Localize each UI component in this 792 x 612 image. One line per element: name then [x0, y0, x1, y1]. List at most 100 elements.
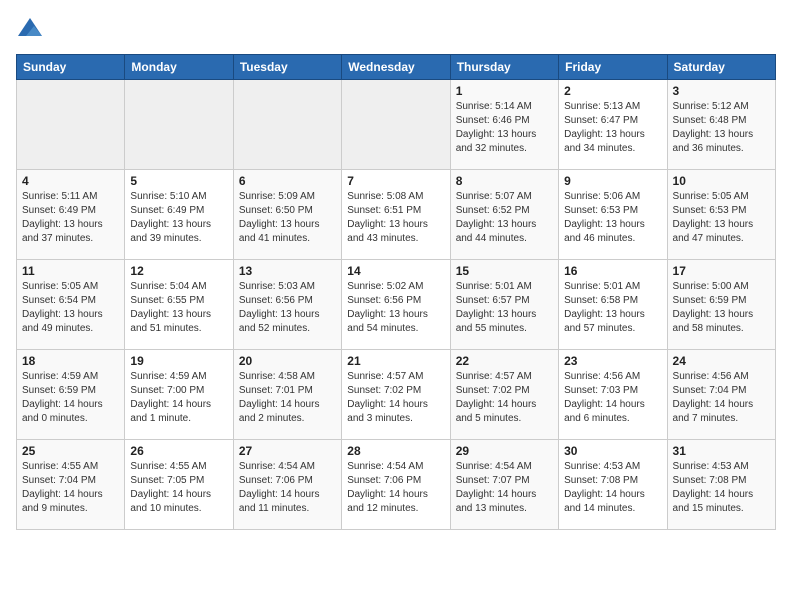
- day-number: 21: [347, 354, 444, 368]
- day-info: Sunrise: 4:55 AMSunset: 7:04 PMDaylight:…: [22, 460, 119, 516]
- day-info: Sunrise: 5:14 AMSunset: 6:46 PMDaylight:…: [456, 100, 553, 156]
- day-info: Sunrise: 4:57 AMSunset: 7:02 PMDaylight:…: [347, 370, 444, 426]
- day-number: 3: [673, 84, 770, 98]
- day-info: Sunrise: 5:02 AMSunset: 6:56 PMDaylight:…: [347, 280, 444, 336]
- day-info: Sunrise: 4:59 AMSunset: 7:00 PMDaylight:…: [130, 370, 227, 426]
- day-info: Sunrise: 5:12 AMSunset: 6:48 PMDaylight:…: [673, 100, 770, 156]
- col-header-thursday: Thursday: [450, 55, 558, 80]
- day-info: Sunrise: 4:58 AMSunset: 7:01 PMDaylight:…: [239, 370, 336, 426]
- calendar-cell: 27 Sunrise: 4:54 AMSunset: 7:06 PMDayligh…: [233, 440, 341, 530]
- calendar-cell: 4Sunrise: 5:11 AMSunset: 6:49 PMDaylight…: [17, 170, 125, 260]
- day-number: 24: [673, 354, 770, 368]
- calendar-cell: 3 Sunrise: 5:12 AMSunset: 6:48 PMDaylight…: [667, 80, 775, 170]
- day-info: Sunrise: 4:53 AMSunset: 7:08 PMDaylight:…: [673, 460, 770, 516]
- col-header-tuesday: Tuesday: [233, 55, 341, 80]
- calendar-cell: 11 Sunrise: 5:05 AMSunset: 6:54 PMDayligh…: [17, 260, 125, 350]
- logo-icon: [16, 16, 44, 44]
- calendar-cell: 18 Sunrise: 4:59 AMSunset: 6:59 PMDayligh…: [17, 350, 125, 440]
- calendar-cell: 25 Sunrise: 4:55 AMSunset: 7:04 PMDayligh…: [17, 440, 125, 530]
- day-number: 28: [347, 444, 444, 458]
- day-info: Sunrise: 4:54 AMSunset: 7:07 PMDaylight:…: [456, 460, 553, 516]
- logo: [16, 16, 48, 44]
- day-number: 8: [456, 174, 553, 188]
- day-info: Sunrise: 5:06 AMSunset: 6:53 PMDaylight:…: [564, 190, 661, 246]
- calendar-cell: 8 Sunrise: 5:07 AMSunset: 6:52 PMDaylight…: [450, 170, 558, 260]
- day-info: Sunrise: 5:05 AMSunset: 6:54 PMDaylight:…: [22, 280, 119, 336]
- calendar-cell: [17, 80, 125, 170]
- day-number: 23: [564, 354, 661, 368]
- calendar-cell: 24 Sunrise: 4:56 AMSunset: 7:04 PMDayligh…: [667, 350, 775, 440]
- calendar-cell: 7 Sunrise: 5:08 AMSunset: 6:51 PMDaylight…: [342, 170, 450, 260]
- day-number: 7: [347, 174, 444, 188]
- day-info: Sunrise: 4:53 AMSunset: 7:08 PMDaylight:…: [564, 460, 661, 516]
- calendar-cell: 19 Sunrise: 4:59 AMSunset: 7:00 PMDayligh…: [125, 350, 233, 440]
- col-header-saturday: Saturday: [667, 55, 775, 80]
- calendar-cell: [233, 80, 341, 170]
- day-number: 15: [456, 264, 553, 278]
- day-number: 29: [456, 444, 553, 458]
- day-number: 5: [130, 174, 227, 188]
- day-info: Sunrise: 4:56 AMSunset: 7:03 PMDaylight:…: [564, 370, 661, 426]
- calendar-cell: 17 Sunrise: 5:00 AMSunset: 6:59 PMDayligh…: [667, 260, 775, 350]
- day-info: Sunrise: 5:07 AMSunset: 6:52 PMDaylight:…: [456, 190, 553, 246]
- day-number: 1: [456, 84, 553, 98]
- day-info: Sunrise: 5:01 AMSunset: 6:57 PMDaylight:…: [456, 280, 553, 336]
- calendar-cell: [125, 80, 233, 170]
- day-number: 12: [130, 264, 227, 278]
- day-number: 6: [239, 174, 336, 188]
- calendar-cell: 9 Sunrise: 5:06 AMSunset: 6:53 PMDaylight…: [559, 170, 667, 260]
- calendar-cell: 26Sunrise: 4:55 AMSunset: 7:05 PMDayligh…: [125, 440, 233, 530]
- day-info: Sunrise: 5:08 AMSunset: 6:51 PMDaylight:…: [347, 190, 444, 246]
- calendar-cell: 1 Sunrise: 5:14 AMSunset: 6:46 PMDaylight…: [450, 80, 558, 170]
- day-info: Sunrise: 4:59 AMSunset: 6:59 PMDaylight:…: [22, 370, 119, 426]
- calendar-cell: 13Sunrise: 5:03 AMSunset: 6:56 PMDayligh…: [233, 260, 341, 350]
- calendar-table: SundayMondayTuesdayWednesdayThursdayFrid…: [16, 54, 776, 530]
- day-number: 13: [239, 264, 336, 278]
- day-number: 27: [239, 444, 336, 458]
- day-info: Sunrise: 5:01 AMSunset: 6:58 PMDaylight:…: [564, 280, 661, 336]
- day-number: 31: [673, 444, 770, 458]
- calendar-cell: 31 Sunrise: 4:53 AMSunset: 7:08 PMDayligh…: [667, 440, 775, 530]
- calendar-cell: 23 Sunrise: 4:56 AMSunset: 7:03 PMDayligh…: [559, 350, 667, 440]
- day-info: Sunrise: 4:56 AMSunset: 7:04 PMDaylight:…: [673, 370, 770, 426]
- calendar-cell: 21 Sunrise: 4:57 AMSunset: 7:02 PMDayligh…: [342, 350, 450, 440]
- day-info: Sunrise: 5:05 AMSunset: 6:53 PMDaylight:…: [673, 190, 770, 246]
- day-number: 25: [22, 444, 119, 458]
- col-header-monday: Monday: [125, 55, 233, 80]
- day-info: Sunrise: 5:10 AMSunset: 6:49 PMDaylight:…: [130, 190, 227, 246]
- day-number: 18: [22, 354, 119, 368]
- day-number: 30: [564, 444, 661, 458]
- day-number: 2: [564, 84, 661, 98]
- calendar-cell: 14Sunrise: 5:02 AMSunset: 6:56 PMDayligh…: [342, 260, 450, 350]
- col-header-sunday: Sunday: [17, 55, 125, 80]
- page-header: [16, 16, 776, 44]
- calendar-cell: 6 Sunrise: 5:09 AMSunset: 6:50 PMDaylight…: [233, 170, 341, 260]
- day-info: Sunrise: 5:11 AMSunset: 6:49 PMDaylight:…: [22, 190, 119, 246]
- calendar-cell: 28Sunrise: 4:54 AMSunset: 7:06 PMDayligh…: [342, 440, 450, 530]
- day-number: 11: [22, 264, 119, 278]
- calendar-cell: 10 Sunrise: 5:05 AMSunset: 6:53 PMDayligh…: [667, 170, 775, 260]
- calendar-week-row: 1 Sunrise: 5:14 AMSunset: 6:46 PMDaylight…: [17, 80, 776, 170]
- col-header-wednesday: Wednesday: [342, 55, 450, 80]
- day-number: 20: [239, 354, 336, 368]
- calendar-cell: 22Sunrise: 4:57 AMSunset: 7:02 PMDayligh…: [450, 350, 558, 440]
- col-header-friday: Friday: [559, 55, 667, 80]
- day-info: Sunrise: 5:00 AMSunset: 6:59 PMDaylight:…: [673, 280, 770, 336]
- calendar-cell: [342, 80, 450, 170]
- calendar-cell: 29 Sunrise: 4:54 AMSunset: 7:07 PMDayligh…: [450, 440, 558, 530]
- calendar-week-row: 25 Sunrise: 4:55 AMSunset: 7:04 PMDayligh…: [17, 440, 776, 530]
- calendar-cell: 30 Sunrise: 4:53 AMSunset: 7:08 PMDayligh…: [559, 440, 667, 530]
- day-info: Sunrise: 5:09 AMSunset: 6:50 PMDaylight:…: [239, 190, 336, 246]
- day-info: Sunrise: 4:54 AMSunset: 7:06 PMDaylight:…: [239, 460, 336, 516]
- calendar-cell: 2 Sunrise: 5:13 AMSunset: 6:47 PMDaylight…: [559, 80, 667, 170]
- day-number: 19: [130, 354, 227, 368]
- day-number: 22: [456, 354, 553, 368]
- calendar-cell: 20 Sunrise: 4:58 AMSunset: 7:01 PMDayligh…: [233, 350, 341, 440]
- day-number: 10: [673, 174, 770, 188]
- calendar-week-row: 11 Sunrise: 5:05 AMSunset: 6:54 PMDayligh…: [17, 260, 776, 350]
- calendar-cell: 15 Sunrise: 5:01 AMSunset: 6:57 PMDayligh…: [450, 260, 558, 350]
- day-info: Sunrise: 4:55 AMSunset: 7:05 PMDaylight:…: [130, 460, 227, 516]
- day-info: Sunrise: 5:13 AMSunset: 6:47 PMDaylight:…: [564, 100, 661, 156]
- day-number: 9: [564, 174, 661, 188]
- day-number: 17: [673, 264, 770, 278]
